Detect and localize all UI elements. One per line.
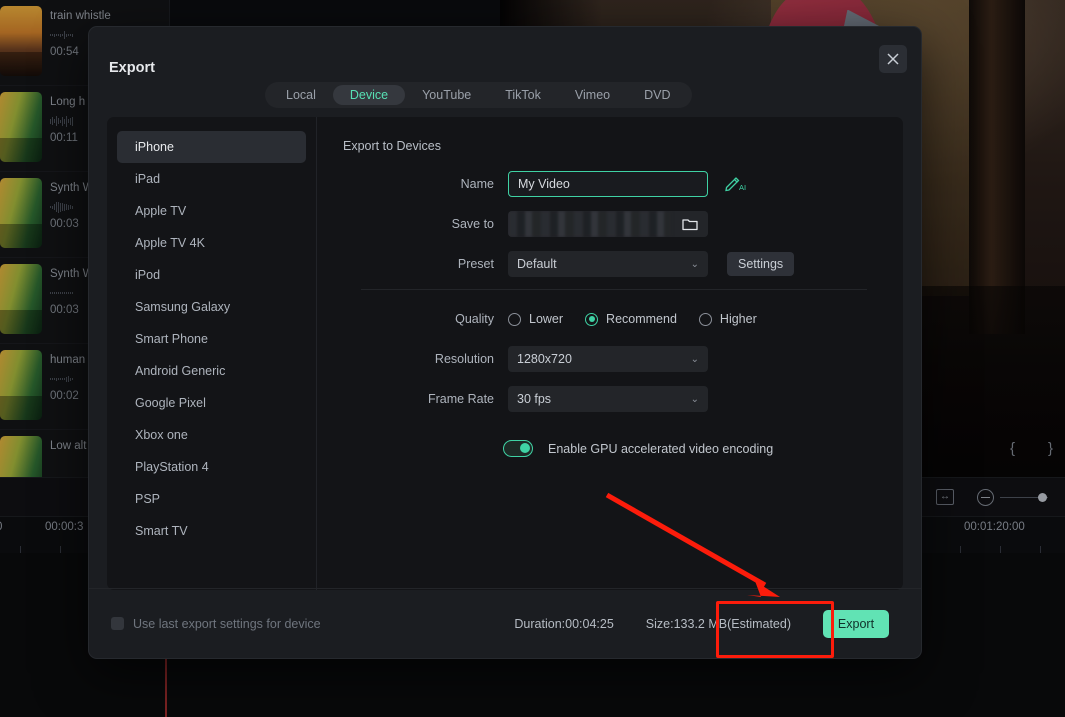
chevron-down-icon: ⌄ bbox=[690, 258, 699, 270]
saveto-field[interactable] bbox=[508, 211, 708, 237]
duration-text: Duration:00:04:25 bbox=[514, 616, 614, 631]
tab-vimeo[interactable]: Vimeo bbox=[558, 85, 627, 105]
quality-option-label: Recommend bbox=[606, 312, 677, 326]
quality-option-higher[interactable]: Higher bbox=[698, 312, 757, 326]
sidebar-item-android-generic[interactable]: Android Generic bbox=[117, 355, 306, 387]
preset-value: Default bbox=[517, 257, 557, 271]
saveto-label: Save to bbox=[451, 217, 494, 231]
name-label: Name bbox=[460, 177, 494, 191]
chevron-down-icon: ⌄ bbox=[690, 393, 699, 405]
tab-dvd[interactable]: DVD bbox=[627, 85, 687, 105]
tab-tiktok[interactable]: TikTok bbox=[488, 85, 558, 105]
sidebar-item-apple-tv-4k[interactable]: Apple TV 4K bbox=[117, 227, 306, 259]
name-input[interactable] bbox=[508, 171, 708, 197]
sidebar-item-smart-tv[interactable]: Smart TV bbox=[117, 515, 306, 547]
resolution-row: Resolution 1280x720 ⌄ bbox=[343, 344, 867, 374]
sidebar-item-smart-phone[interactable]: Smart Phone bbox=[117, 323, 306, 355]
sidebar-item-iphone[interactable]: iPhone bbox=[117, 131, 306, 163]
radio-icon bbox=[508, 312, 521, 326]
gpu-toggle[interactable] bbox=[503, 440, 533, 457]
quality-option-lower[interactable]: Lower bbox=[508, 312, 563, 326]
sidebar-item-xbox-one[interactable]: Xbox one bbox=[117, 419, 306, 451]
form-heading: Export to Devices bbox=[343, 139, 441, 153]
divider bbox=[361, 289, 867, 290]
framerate-row: Frame Rate 30 fps ⌄ bbox=[343, 384, 867, 414]
use-last-settings-label: Use last export settings for device bbox=[133, 616, 321, 631]
sidebar-item-ipod[interactable]: iPod bbox=[117, 259, 306, 291]
settings-button[interactable]: Settings bbox=[727, 252, 795, 276]
sidebar-item-google-pixel[interactable]: Google Pixel bbox=[117, 387, 306, 419]
chevron-down-icon: ⌄ bbox=[690, 353, 699, 365]
quality-option-label: Higher bbox=[719, 312, 757, 326]
quality-option-recommend[interactable]: Recommend bbox=[585, 312, 677, 326]
framerate-value: 30 fps bbox=[517, 392, 552, 406]
folder-icon[interactable] bbox=[672, 211, 708, 237]
quality-radio-group[interactable]: Lower Recommend Higher bbox=[508, 312, 757, 326]
radio-icon bbox=[698, 312, 712, 326]
quality-option-label: Lower bbox=[529, 312, 564, 326]
export-settings-card: iPhone iPad Apple TV Apple TV 4K iPod Sa… bbox=[107, 117, 903, 590]
sidebar-item-apple-tv[interactable]: Apple TV bbox=[117, 195, 306, 227]
name-row: Name AI bbox=[343, 169, 867, 199]
resolution-label: Resolution bbox=[434, 352, 494, 366]
tab-youtube[interactable]: YouTube bbox=[405, 85, 488, 105]
dialog-footer: Use last export settings for device Dura… bbox=[89, 588, 921, 658]
framerate-select[interactable]: 30 fps ⌄ bbox=[508, 386, 708, 412]
tab-local[interactable]: Local bbox=[269, 85, 333, 105]
sidebar-item-samsung-galaxy[interactable]: Samsung Galaxy bbox=[117, 291, 306, 323]
device-list[interactable]: iPhone iPad Apple TV Apple TV 4K iPod Sa… bbox=[107, 117, 317, 590]
ai-pen-icon[interactable]: AI bbox=[724, 174, 748, 194]
framerate-label: Frame Rate bbox=[428, 392, 494, 406]
resolution-value: 1280x720 bbox=[517, 352, 572, 366]
gpu-row: Enable GPU accelerated video encoding bbox=[503, 440, 867, 457]
gpu-toggle-label: Enable GPU accelerated video encoding bbox=[548, 441, 774, 456]
sidebar-item-ipad[interactable]: iPad bbox=[117, 163, 306, 195]
quality-label: Quality bbox=[455, 312, 494, 326]
size-text: Size:133.2 MB(Estimated) bbox=[645, 616, 791, 631]
radio-icon bbox=[585, 312, 599, 326]
sidebar-item-psp[interactable]: PSP bbox=[117, 483, 306, 515]
export-dialog: Export Local Device YouTube TikTok Vimeo… bbox=[88, 26, 922, 659]
saveto-row: Save to bbox=[343, 209, 867, 239]
preset-label: Preset bbox=[457, 257, 494, 271]
quality-row: Quality Lower Recommend Higher bbox=[343, 304, 867, 334]
preset-row: Preset Default ⌄ Settings bbox=[343, 249, 867, 279]
saveto-path-redacted bbox=[508, 211, 672, 237]
use-last-settings-checkbox[interactable] bbox=[111, 617, 124, 630]
tab-device[interactable]: Device bbox=[332, 85, 406, 105]
page-title: Export bbox=[109, 60, 155, 76]
export-target-tabs[interactable]: Local Device YouTube TikTok Vimeo DVD bbox=[265, 82, 692, 108]
svg-text:AI: AI bbox=[739, 183, 746, 192]
export-form: Export to Devices Name AI Save to bbox=[317, 117, 903, 590]
preset-select[interactable]: Default ⌄ bbox=[508, 251, 708, 277]
resolution-select[interactable]: 1280x720 ⌄ bbox=[508, 346, 708, 372]
sidebar-item-playstation-4[interactable]: PlayStation 4 bbox=[117, 451, 306, 483]
export-button[interactable]: Export bbox=[823, 609, 889, 638]
close-icon[interactable] bbox=[879, 45, 907, 73]
